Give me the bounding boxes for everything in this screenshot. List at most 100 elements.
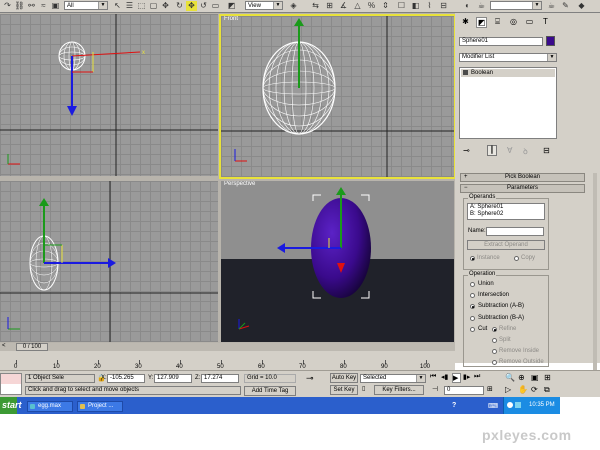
operand-b-item[interactable]: B: Sphere02 — [470, 211, 544, 218]
reference-coord-select[interactable]: View ▼ — [245, 1, 283, 10]
configure-modifier-sets-icon[interactable]: ⊟ — [543, 146, 550, 155]
key-mode-toggle-icon[interactable]: ⊣ — [432, 385, 440, 395]
extract-operand-button[interactable]: Extract Operand — [467, 240, 545, 250]
go-to-end-icon[interactable]: ⏭ — [474, 373, 483, 383]
start-button[interactable]: start — [0, 397, 22, 414]
scale-icon[interactable]: ▭ — [210, 1, 221, 11]
set-key-button[interactable]: Set Key — [330, 385, 358, 395]
timeline-ruler[interactable]: 0 10 20 30 40 50 60 70 80 90 100 — [14, 351, 436, 370]
pivot-center-icon[interactable]: ◈ — [288, 1, 299, 11]
zoom-extents-icon[interactable]: ▣ — [531, 373, 541, 383]
help-icon[interactable]: ? — [452, 402, 460, 410]
intersection-radio[interactable] — [470, 293, 475, 298]
mirror-icon[interactable]: ⇆ — [310, 1, 321, 11]
viewport-front[interactable]: Front — [219, 14, 456, 179]
angle-snap-icon[interactable]: △ — [352, 1, 363, 11]
panel-scrollbar[interactable] — [593, 173, 597, 373]
parameters-rollout[interactable]: − Parameters — [460, 184, 585, 193]
next-frame-icon[interactable]: ▮▸ — [463, 373, 472, 383]
select-move-icon[interactable]: ✥ — [160, 1, 171, 11]
spinner-snap-icon[interactable]: ⇕ — [380, 1, 391, 11]
show-end-result-icon[interactable]: ┃ — [487, 145, 497, 156]
operand-a-item[interactable]: A: Sphere01 — [470, 204, 544, 211]
link-icon[interactable]: ⛓ — [14, 1, 25, 11]
z-coordinate-field[interactable]: 17.274 — [201, 374, 239, 383]
slider-left-arrow-icon[interactable]: < — [2, 343, 6, 349]
bind-space-warp-icon[interactable]: ≈ — [38, 1, 49, 11]
modify-tab-icon[interactable]: ◩ — [476, 17, 487, 28]
viewport-left[interactable] — [0, 181, 218, 342]
quick-render-icon[interactable]: ☕ — [546, 1, 557, 11]
schematic-icon[interactable]: ⊟ — [438, 1, 449, 11]
pick-boolean-rollout[interactable]: + Pick Boolean — [460, 173, 585, 182]
remove-outside-radio[interactable] — [492, 360, 497, 365]
create-tab-icon[interactable]: ✱ — [460, 17, 471, 28]
remove-inside-radio[interactable] — [492, 349, 497, 354]
taskbar-item-project[interactable]: Project ... — [77, 401, 123, 412]
named-selection-icon[interactable]: ☐ — [396, 1, 407, 11]
move-gizmo[interactable] — [294, 18, 304, 88]
y-coordinate-field[interactable]: 127.909 — [154, 374, 192, 383]
play-icon[interactable]: ▶ — [452, 373, 461, 383]
modifier-list-select[interactable]: Modifier List ▼ — [459, 53, 557, 62]
display-tab-icon[interactable]: ▭ — [524, 17, 535, 28]
teapot-icon[interactable]: ◆ — [576, 1, 587, 11]
align-icon[interactable]: ⊞ — [324, 1, 335, 11]
select-object-icon[interactable]: ↖ — [112, 1, 123, 11]
x-coordinate-field[interactable]: -105.265 — [107, 374, 145, 383]
instance-radio[interactable] — [470, 256, 475, 261]
zoom-extents-all-icon[interactable]: ⊞ — [544, 373, 554, 383]
macro-recorder-line[interactable] — [1, 374, 21, 384]
render-setup-icon[interactable]: ☕ — [476, 1, 487, 11]
pan-icon[interactable]: ✋ — [518, 385, 528, 395]
volume-icon[interactable] — [515, 402, 521, 408]
modifier-stack[interactable]: Boolean — [459, 67, 557, 139]
unlink-icon[interactable]: ⚯ — [26, 1, 37, 11]
go-to-start-icon[interactable]: ⏮ — [430, 373, 439, 383]
zoom-all-icon[interactable]: ⊕ — [518, 373, 528, 383]
maxscript-listener[interactable] — [0, 373, 22, 395]
object-name-field[interactable]: Sphere01 — [459, 37, 543, 46]
pin-stack-icon[interactable]: ⊸ — [463, 146, 470, 155]
network-icon[interactable] — [507, 402, 513, 408]
previous-frame-icon[interactable]: ◂▮ — [441, 373, 450, 383]
cut-radio[interactable] — [470, 327, 475, 332]
selection-filter-icon[interactable]: ▣ — [50, 1, 61, 11]
window-crossing-icon[interactable]: ▢ — [148, 1, 159, 11]
render-type-select[interactable]: ▼ — [490, 1, 542, 10]
subtraction-ab-radio[interactable] — [470, 304, 475, 309]
maximize-viewport-icon[interactable]: ⧉ — [544, 385, 554, 395]
make-unique-icon[interactable]: ∀ — [507, 146, 512, 155]
key-filters-button[interactable]: Key Filters... — [374, 385, 424, 395]
auto-key-button[interactable]: Auto Key — [330, 373, 358, 383]
remove-modifier-icon[interactable]: ꝺ — [523, 146, 528, 157]
refine-radio[interactable] — [492, 327, 497, 332]
rotate-icon[interactable]: ↺ — [198, 1, 209, 11]
quick-render-2-icon[interactable]: ✎ — [560, 1, 571, 11]
motion-tab-icon[interactable]: ◎ — [508, 17, 519, 28]
select-move-active-icon[interactable]: ✥ — [186, 1, 197, 11]
move-gizmo[interactable]: x — [67, 50, 145, 116]
hierarchy-tab-icon[interactable]: ⌸ — [492, 17, 503, 28]
select-manipulate-icon[interactable]: ◩ — [226, 1, 237, 11]
curve-editor-icon[interactable]: ⌇ — [424, 1, 435, 11]
stack-item-boolean[interactable]: Boolean — [461, 69, 555, 77]
time-configuration-icon[interactable]: ⊞ — [487, 385, 497, 395]
add-time-tag-button[interactable]: Add Time Tag — [244, 386, 296, 396]
field-of-view-icon[interactable]: ▷ — [505, 385, 515, 395]
select-rotate-icon[interactable]: ↻ — [174, 1, 185, 11]
key-filters-icon[interactable]: ▯ — [362, 385, 372, 395]
move-gizmo[interactable] — [39, 198, 116, 268]
snap-toggle-icon[interactable]: ∡ — [338, 1, 349, 11]
arc-rotate-icon[interactable]: ⟳ — [531, 385, 541, 395]
operand-name-field[interactable] — [486, 227, 544, 236]
split-radio[interactable] — [492, 338, 497, 343]
object-color-swatch[interactable] — [546, 36, 555, 46]
material-editor-icon[interactable]: ◐ — [462, 1, 473, 11]
union-radio[interactable] — [470, 282, 475, 287]
keyboard-icon[interactable]: ⌨ — [488, 402, 498, 410]
viewport-top[interactable]: x — [0, 14, 218, 176]
select-by-name-icon[interactable]: ☰ — [124, 1, 135, 11]
time-slider-track[interactable]: 0 / 100 < — [0, 343, 455, 351]
key-mode-select[interactable]: Selected ▼ — [360, 374, 426, 383]
